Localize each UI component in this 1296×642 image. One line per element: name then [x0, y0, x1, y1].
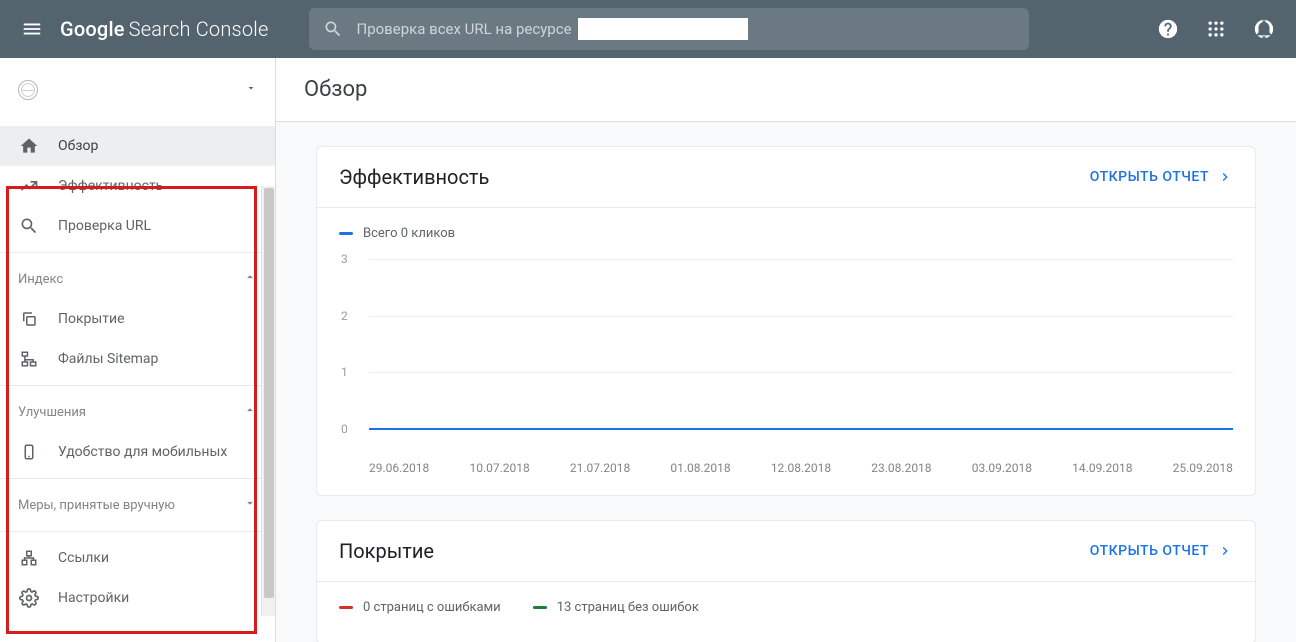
y-tick-label: 1 — [341, 365, 348, 379]
sidebar-section-label: Индекс — [18, 272, 63, 287]
x-tick-label: 14.09.2018 — [1072, 461, 1132, 475]
search-property-blank — [578, 18, 748, 40]
x-tick-label: 25.09.2018 — [1173, 461, 1233, 475]
logo-google: Google — [60, 17, 125, 41]
legend-swatch — [339, 232, 353, 235]
sidebar-item-mobile-usability[interactable]: Удобство для мобильных — [0, 432, 275, 472]
chevron-down-icon — [243, 496, 257, 514]
y-tick-label: 0 — [341, 422, 348, 436]
x-tick-label: 12.08.2018 — [771, 461, 831, 475]
chevron-right-icon — [1217, 543, 1233, 559]
open-report-button[interactable]: ОТКРЫТЬ ОТЧЕТ — [1090, 169, 1233, 185]
sidebar-item-label: Настройки — [58, 590, 129, 606]
card-title: Покрытие — [339, 539, 434, 563]
hamburger-icon — [21, 18, 43, 40]
sidebar-item-label: Файлы Sitemap — [58, 351, 158, 367]
help-button[interactable] — [1156, 17, 1180, 41]
chevron-right-icon — [1217, 169, 1233, 185]
notifications-button[interactable] — [1252, 17, 1276, 41]
x-tick-label: 21.07.2018 — [570, 461, 630, 475]
sidebar-item-url-inspection[interactable]: Проверка URL — [0, 206, 275, 246]
logo-search-console: Search Console — [129, 17, 269, 41]
url-inspect-search[interactable]: Проверка всех URL на ресурсе — [309, 8, 1029, 50]
sidebar-item-performance[interactable]: Эффективность — [0, 166, 275, 206]
open-report-label: ОТКРЫТЬ ОТЧЕТ — [1090, 169, 1209, 185]
copy-icon — [18, 308, 40, 330]
chart-legend: 0 страниц с ошибками 13 страниц без ошиб… — [339, 600, 1233, 615]
sidebar-item-label: Проверка URL — [58, 218, 151, 234]
x-tick-label: 01.08.2018 — [670, 461, 730, 475]
sidebar-item-coverage[interactable]: Покрытие — [0, 299, 275, 339]
link-icon — [18, 547, 40, 569]
apps-button[interactable] — [1204, 17, 1228, 41]
sidebar-scrollbar[interactable] — [261, 186, 275, 616]
legend-label: Всего 0 кликов — [363, 226, 455, 241]
sidebar: Обзор Эффективность Проверка URL Индекс — [0, 58, 276, 642]
card-title: Эффективность — [339, 165, 489, 189]
sidebar-item-links[interactable]: Ссылки — [0, 538, 275, 578]
sidebar-item-label: Ссылки — [58, 550, 109, 566]
chart-legend: Всего 0 кликов — [339, 226, 1233, 241]
scrollbar-thumb[interactable] — [264, 188, 274, 598]
sidebar-section-label: Улучшения — [18, 405, 86, 420]
property-selector[interactable] — [0, 58, 275, 122]
x-tick-label: 10.07.2018 — [469, 461, 529, 475]
sidebar-section-enhancements[interactable]: Улучшения — [0, 392, 275, 432]
sidebar-section-manual-actions[interactable]: Меры, принятые вручную — [0, 485, 275, 525]
trending-icon — [18, 175, 40, 197]
content-area: Эффективность ОТКРЫТЬ ОТЧЕТ Всего 0 клик… — [276, 122, 1296, 642]
gear-icon — [18, 587, 40, 609]
legend-label: 0 страниц с ошибками — [363, 600, 501, 615]
coverage-card: Покрытие ОТКРЫТЬ ОТЧЕТ 0 страниц с ошибк… — [316, 520, 1256, 642]
legend-item-errors: 0 страниц с ошибками — [339, 600, 501, 615]
y-tick-label: 2 — [341, 309, 348, 323]
help-icon — [1157, 18, 1179, 40]
product-logo: Google Search Console — [60, 17, 269, 41]
x-tick-label: 23.08.2018 — [871, 461, 931, 475]
legend-swatch — [339, 606, 353, 609]
y-tick-label: 3 — [341, 252, 348, 266]
sidebar-item-label: Эффективность — [58, 178, 163, 194]
x-tick-label: 29.06.2018 — [369, 461, 429, 475]
x-tick-label: 03.09.2018 — [972, 461, 1032, 475]
sidebar-item-label: Удобство для мобильных — [58, 444, 227, 460]
app-header: Google Search Console Проверка всех URL … — [0, 0, 1296, 58]
search-icon — [323, 19, 343, 39]
legend-label: 13 страниц без ошибок — [557, 600, 699, 615]
sidebar-nav: Обзор Эффективность Проверка URL Индекс — [0, 122, 275, 618]
sidebar-item-label: Покрытие — [58, 311, 125, 327]
legend-item-clicks: Всего 0 кликов — [339, 226, 455, 241]
sidebar-item-label: Обзор — [58, 138, 98, 154]
main-content: Обзор Эффективность ОТКРЫТЬ ОТЧЕТ Всего … — [276, 58, 1296, 642]
legend-swatch — [533, 606, 547, 609]
chevron-up-icon — [243, 403, 257, 421]
sitemap-icon — [18, 348, 40, 370]
globe-icon — [18, 80, 38, 100]
sidebar-item-sitemaps[interactable]: Файлы Sitemap — [0, 339, 275, 379]
sidebar-item-settings[interactable]: Настройки — [0, 578, 275, 618]
legend-item-valid: 13 страниц без ошибок — [533, 600, 699, 615]
sidebar-item-overview[interactable]: Обзор — [0, 126, 275, 166]
apps-grid-icon — [1206, 19, 1226, 39]
menu-button[interactable] — [12, 9, 52, 49]
performance-card: Эффективность ОТКРЫТЬ ОТЧЕТ Всего 0 клик… — [316, 146, 1256, 496]
chevron-up-icon — [243, 270, 257, 288]
chevron-down-icon — [245, 82, 257, 98]
search-icon — [18, 215, 40, 237]
sidebar-section-label: Меры, принятые вручную — [18, 498, 175, 513]
home-icon — [18, 135, 40, 157]
performance-chart: 0123 — [369, 259, 1233, 449]
bell-icon — [1253, 18, 1275, 40]
smartphone-icon — [18, 441, 40, 463]
search-placeholder: Проверка всех URL на ресурсе — [357, 18, 748, 40]
page-title: Обзор — [276, 58, 1296, 122]
open-report-button[interactable]: ОТКРЫТЬ ОТЧЕТ — [1090, 543, 1233, 559]
sidebar-section-index[interactable]: Индекс — [0, 259, 275, 299]
chart-x-axis: 29.06.2018 10.07.2018 21.07.2018 01.08.2018… — [369, 461, 1233, 475]
open-report-label: ОТКРЫТЬ ОТЧЕТ — [1090, 543, 1209, 559]
header-actions — [1156, 17, 1284, 41]
